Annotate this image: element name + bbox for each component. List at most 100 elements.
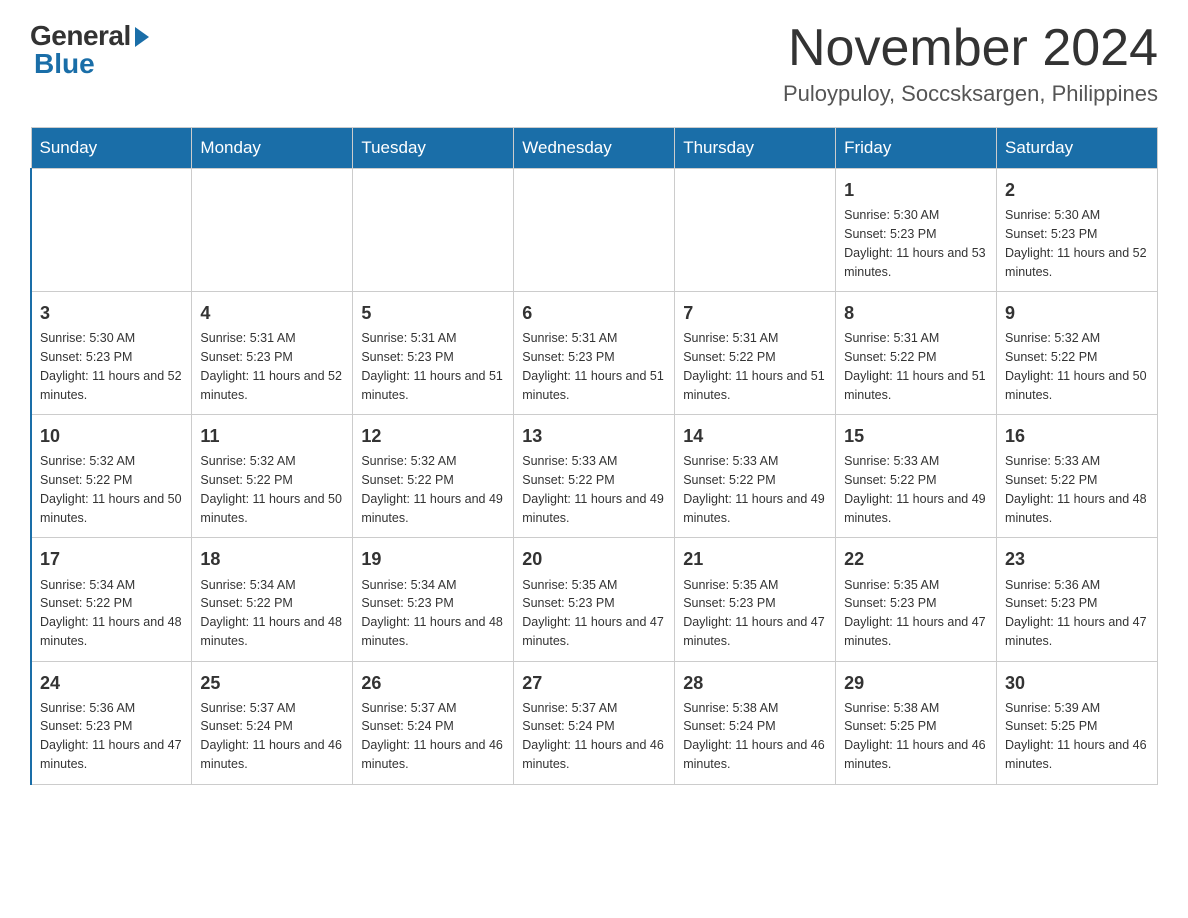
calendar-cell: 7 Sunrise: 5:31 AMSunset: 5:22 PMDaylight… — [675, 292, 836, 415]
day-info: Sunrise: 5:32 AMSunset: 5:22 PMDaylight:… — [200, 452, 344, 527]
day-info: Sunrise: 5:32 AMSunset: 5:22 PMDaylight:… — [1005, 329, 1149, 404]
calendar-week-row: 3Sunrise: 5:30 AMSunset: 5:23 PMDaylight… — [31, 292, 1158, 415]
day-info: Sunrise: 5:36 AMSunset: 5:23 PMDaylight:… — [1005, 576, 1149, 651]
day-number: 17 — [40, 546, 183, 572]
day-number: 15 — [844, 423, 988, 449]
calendar-cell — [353, 169, 514, 292]
weekday-header-wednesday: Wednesday — [514, 128, 675, 169]
calendar-cell: 18 Sunrise: 5:34 AMSunset: 5:22 PMDayligh… — [192, 538, 353, 661]
calendar-cell: 9 Sunrise: 5:32 AMSunset: 5:22 PMDaylight… — [997, 292, 1158, 415]
day-number: 28 — [683, 670, 827, 696]
day-number: 27 — [522, 670, 666, 696]
calendar-cell: 8 Sunrise: 5:31 AMSunset: 5:22 PMDaylight… — [836, 292, 997, 415]
calendar-week-row: 10Sunrise: 5:32 AMSunset: 5:22 PMDayligh… — [31, 415, 1158, 538]
weekday-header-saturday: Saturday — [997, 128, 1158, 169]
calendar-cell: 24 Sunrise: 5:36 AMSunset: 5:23 PMDayligh… — [31, 661, 192, 784]
day-number: 14 — [683, 423, 827, 449]
day-number: 24 — [40, 670, 183, 696]
day-info: Sunrise: 5:32 AMSunset: 5:22 PMDaylight:… — [361, 452, 505, 527]
day-info: Sunrise: 5:38 AMSunset: 5:25 PMDaylight:… — [844, 699, 988, 774]
calendar-cell — [675, 169, 836, 292]
day-info: Sunrise: 5:33 AMSunset: 5:22 PMDaylight:… — [844, 452, 988, 527]
day-number: 2 — [1005, 177, 1149, 203]
calendar-cell: 29 Sunrise: 5:38 AMSunset: 5:25 PMDayligh… — [836, 661, 997, 784]
weekday-header-thursday: Thursday — [675, 128, 836, 169]
day-info: Sunrise: 5:37 AMSunset: 5:24 PMDaylight:… — [522, 699, 666, 774]
day-number: 8 — [844, 300, 988, 326]
day-info: Sunrise: 5:33 AMSunset: 5:22 PMDaylight:… — [522, 452, 666, 527]
day-number: 7 — [683, 300, 827, 326]
calendar-cell: 25 Sunrise: 5:37 AMSunset: 5:24 PMDayligh… — [192, 661, 353, 784]
calendar-cell — [514, 169, 675, 292]
day-info: Sunrise: 5:33 AMSunset: 5:22 PMDaylight:… — [683, 452, 827, 527]
day-number: 22 — [844, 546, 988, 572]
day-info: Sunrise: 5:31 AMSunset: 5:23 PMDaylight:… — [522, 329, 666, 404]
calendar-cell: 28 Sunrise: 5:38 AMSunset: 5:24 PMDayligh… — [675, 661, 836, 784]
calendar-cell: 5 Sunrise: 5:31 AMSunset: 5:23 PMDaylight… — [353, 292, 514, 415]
calendar-cell: 16 Sunrise: 5:33 AMSunset: 5:22 PMDayligh… — [997, 415, 1158, 538]
day-number: 21 — [683, 546, 827, 572]
day-number: 5 — [361, 300, 505, 326]
day-number: 16 — [1005, 423, 1149, 449]
day-info: Sunrise: 5:31 AMSunset: 5:23 PMDaylight:… — [200, 329, 344, 404]
calendar-cell: 3Sunrise: 5:30 AMSunset: 5:23 PMDaylight… — [31, 292, 192, 415]
logo: General Blue — [30, 20, 149, 80]
calendar-cell: 30 Sunrise: 5:39 AMSunset: 5:25 PMDayligh… — [997, 661, 1158, 784]
calendar-cell — [192, 169, 353, 292]
day-number: 12 — [361, 423, 505, 449]
calendar-cell: 14 Sunrise: 5:33 AMSunset: 5:22 PMDayligh… — [675, 415, 836, 538]
calendar-cell: 21 Sunrise: 5:35 AMSunset: 5:23 PMDayligh… — [675, 538, 836, 661]
weekday-header-tuesday: Tuesday — [353, 128, 514, 169]
day-number: 18 — [200, 546, 344, 572]
day-info: Sunrise: 5:35 AMSunset: 5:23 PMDaylight:… — [683, 576, 827, 651]
calendar-cell: 20 Sunrise: 5:35 AMSunset: 5:23 PMDayligh… — [514, 538, 675, 661]
day-info: Sunrise: 5:31 AMSunset: 5:22 PMDaylight:… — [683, 329, 827, 404]
day-number: 13 — [522, 423, 666, 449]
calendar-cell: 27 Sunrise: 5:37 AMSunset: 5:24 PMDayligh… — [514, 661, 675, 784]
calendar-cell: 10Sunrise: 5:32 AMSunset: 5:22 PMDayligh… — [31, 415, 192, 538]
logo-arrow-icon — [135, 27, 149, 47]
day-info: Sunrise: 5:37 AMSunset: 5:24 PMDaylight:… — [200, 699, 344, 774]
day-number: 25 — [200, 670, 344, 696]
day-info: Sunrise: 5:37 AMSunset: 5:24 PMDaylight:… — [361, 699, 505, 774]
day-info: Sunrise: 5:35 AMSunset: 5:23 PMDaylight:… — [522, 576, 666, 651]
calendar-cell — [31, 169, 192, 292]
calendar-cell: 12 Sunrise: 5:32 AMSunset: 5:22 PMDayligh… — [353, 415, 514, 538]
day-info: Sunrise: 5:34 AMSunset: 5:22 PMDaylight:… — [40, 576, 183, 651]
day-number: 4 — [200, 300, 344, 326]
day-number: 29 — [844, 670, 988, 696]
day-number: 9 — [1005, 300, 1149, 326]
day-info: Sunrise: 5:33 AMSunset: 5:22 PMDaylight:… — [1005, 452, 1149, 527]
weekday-header-friday: Friday — [836, 128, 997, 169]
calendar-cell: 4 Sunrise: 5:31 AMSunset: 5:23 PMDaylight… — [192, 292, 353, 415]
day-info: Sunrise: 5:30 AMSunset: 5:23 PMDaylight:… — [844, 206, 988, 281]
calendar-cell: 11Sunrise: 5:32 AMSunset: 5:22 PMDayligh… — [192, 415, 353, 538]
calendar-table: SundayMondayTuesdayWednesdayThursdayFrid… — [30, 127, 1158, 784]
day-info: Sunrise: 5:30 AMSunset: 5:23 PMDaylight:… — [40, 329, 183, 404]
calendar-cell: 19Sunrise: 5:34 AMSunset: 5:23 PMDayligh… — [353, 538, 514, 661]
day-info: Sunrise: 5:35 AMSunset: 5:23 PMDaylight:… — [844, 576, 988, 651]
calendar-cell: 1Sunrise: 5:30 AMSunset: 5:23 PMDaylight… — [836, 169, 997, 292]
day-info: Sunrise: 5:36 AMSunset: 5:23 PMDaylight:… — [40, 699, 183, 774]
calendar-cell: 26Sunrise: 5:37 AMSunset: 5:24 PMDayligh… — [353, 661, 514, 784]
day-info: Sunrise: 5:31 AMSunset: 5:23 PMDaylight:… — [361, 329, 505, 404]
day-info: Sunrise: 5:38 AMSunset: 5:24 PMDaylight:… — [683, 699, 827, 774]
weekday-header-monday: Monday — [192, 128, 353, 169]
calendar-cell: 23 Sunrise: 5:36 AMSunset: 5:23 PMDayligh… — [997, 538, 1158, 661]
title-area: November 2024 Puloypuloy, Soccsksargen, … — [783, 20, 1158, 107]
day-info: Sunrise: 5:31 AMSunset: 5:22 PMDaylight:… — [844, 329, 988, 404]
calendar-cell: 13 Sunrise: 5:33 AMSunset: 5:22 PMDayligh… — [514, 415, 675, 538]
day-number: 30 — [1005, 670, 1149, 696]
day-number: 23 — [1005, 546, 1149, 572]
location-title: Puloypuloy, Soccsksargen, Philippines — [783, 81, 1158, 107]
day-info: Sunrise: 5:34 AMSunset: 5:22 PMDaylight:… — [200, 576, 344, 651]
calendar-week-row: 24 Sunrise: 5:36 AMSunset: 5:23 PMDayligh… — [31, 661, 1158, 784]
calendar-week-row: 17 Sunrise: 5:34 AMSunset: 5:22 PMDayligh… — [31, 538, 1158, 661]
month-title: November 2024 — [783, 20, 1158, 77]
day-number: 20 — [522, 546, 666, 572]
day-info: Sunrise: 5:30 AMSunset: 5:23 PMDaylight:… — [1005, 206, 1149, 281]
day-info: Sunrise: 5:39 AMSunset: 5:25 PMDaylight:… — [1005, 699, 1149, 774]
day-info: Sunrise: 5:32 AMSunset: 5:22 PMDaylight:… — [40, 452, 183, 527]
day-number: 6 — [522, 300, 666, 326]
calendar-cell: 15 Sunrise: 5:33 AMSunset: 5:22 PMDayligh… — [836, 415, 997, 538]
